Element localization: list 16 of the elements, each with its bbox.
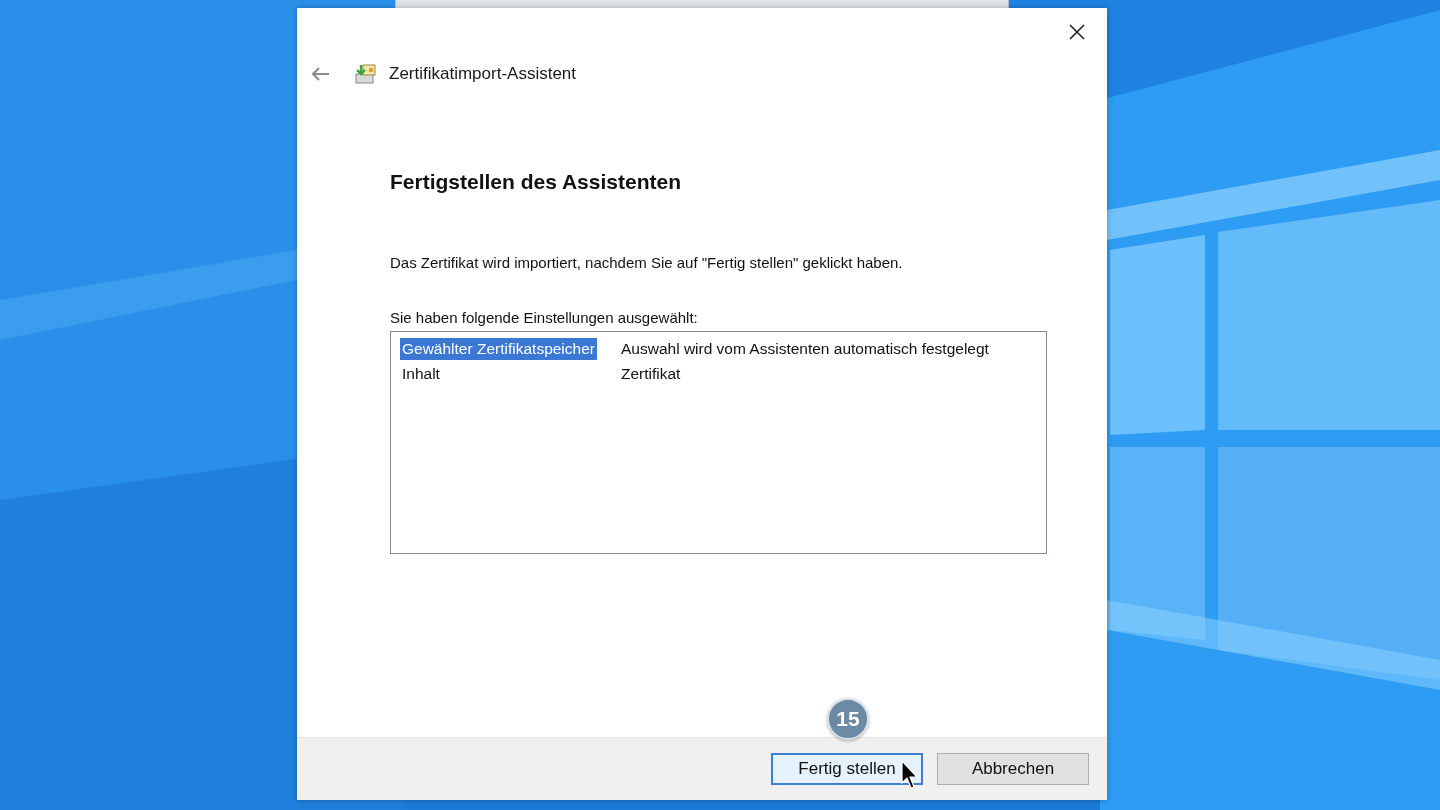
setting-name[interactable]: Gewählter Zertifikatspeicher xyxy=(400,337,597,360)
page-heading: Fertigstellen des Assistenten xyxy=(390,170,682,194)
settings-label: Sie haben folgende Einstellungen ausgewählt: xyxy=(390,309,699,326)
step-badge: 15 xyxy=(827,698,869,740)
description-text: Das Zertifikat wird importiert, nachdem Sie auf "Fertig stellen" geklickt haben. xyxy=(390,254,904,271)
cancel-button[interactable]: Abbrechen xyxy=(937,753,1089,785)
cursor-icon xyxy=(901,760,919,790)
wizard-title: Zertifikatimport-Assistent xyxy=(389,64,577,84)
setting-name[interactable]: Inhalt xyxy=(400,362,442,385)
setting-value: Auswahl wird vom Assistenten automatisch festgelegt xyxy=(620,338,990,359)
finish-button[interactable]: Fertig stellen xyxy=(771,753,923,785)
certificate-icon xyxy=(353,62,377,86)
setting-value: Zertifikat xyxy=(620,363,682,384)
back-arrow-icon xyxy=(310,66,330,82)
close-icon xyxy=(1069,24,1085,40)
settings-list[interactable]: Gewählter Zertifikatspeicher Auswahl wird vom Assistenten automatisch festgelegt Inhalt Zertifikat xyxy=(390,331,1047,554)
